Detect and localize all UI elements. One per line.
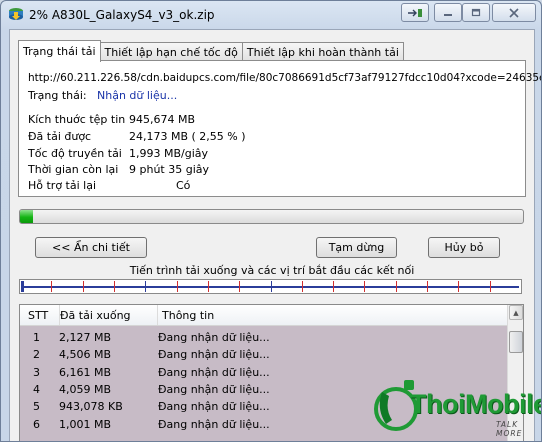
- connection-start-tick: [301, 281, 303, 292]
- cell-info: Đang nhận dữ liệu...: [158, 331, 270, 344]
- info-value: 1,993 MB/giây: [129, 147, 209, 160]
- progress-fill: [20, 210, 33, 223]
- info-label: Đã tải được: [28, 130, 92, 143]
- scroll-up-arrow-icon[interactable]: ▲: [509, 305, 523, 320]
- download-progress-bar: [19, 209, 524, 224]
- arrow-to-tray-icon: [408, 8, 422, 17]
- cell-stt: 3: [33, 365, 40, 379]
- tab-download-status[interactable]: Trạng thái tải: [18, 40, 101, 62]
- cell-info: Đang nhận dữ liệu...: [158, 400, 270, 414]
- connection-start-tick: [82, 281, 84, 292]
- cell-downloaded: 4,059 MB: [59, 382, 112, 396]
- maximize-button[interactable]: [462, 3, 490, 22]
- window-title: 2% A830L_GalaxyS4_v3_ok.zip: [29, 8, 215, 22]
- connection-start-tick: [176, 281, 178, 292]
- cell-info: Đang nhận dữ liệu...: [158, 365, 270, 379]
- cell-stt: 5: [33, 400, 40, 414]
- minimize-icon: [444, 13, 452, 16]
- column-header-downloaded[interactable]: Đã tải xuống: [60, 309, 131, 322]
- tab-speed-limit[interactable]: Thiết lập hạn chế tốc độ: [99, 42, 243, 62]
- watermark-brand: ThoiMobile: [410, 389, 542, 419]
- info-label: Tốc độ truyền tải: [28, 147, 122, 160]
- hide-details-button[interactable]: << Ẩn chi tiết: [35, 237, 147, 258]
- connection-start-tick: [145, 281, 147, 292]
- close-button[interactable]: [492, 3, 536, 22]
- column-divider: [157, 305, 158, 325]
- info-label: Hỗ trợ tải lại: [28, 179, 97, 192]
- tab-strip: Trạng thái tải Thiết lập hạn chế tốc độ …: [18, 40, 404, 62]
- cell-stt: 6: [33, 417, 40, 431]
- cell-downloaded: 6,161 MB: [59, 365, 112, 379]
- column-header-stt[interactable]: STT: [28, 309, 48, 322]
- connection-start-tick: [364, 281, 366, 292]
- segment-start-marker: [21, 281, 24, 292]
- watermark-tagline: TALK MORE: [496, 420, 523, 438]
- cell-stt: 2: [33, 348, 40, 362]
- cell-downloaded: 1,001 MB: [59, 417, 112, 431]
- download-url: http://60.211.226.58/cdn.baidupcs.com/fi…: [28, 72, 542, 84]
- close-icon: [509, 7, 519, 18]
- cell-downloaded: 943,078 KB: [59, 400, 123, 414]
- download-progress-window: 2% A830L_GalaxyS4_v3_ok.zip Trạng thái t…: [0, 0, 542, 442]
- info-label: Kích thuớc tệp tin: [28, 113, 126, 126]
- cancel-button[interactable]: Hủy bỏ: [428, 237, 500, 258]
- connection-segments-bar: [19, 279, 522, 294]
- connection-start-tick: [270, 281, 272, 292]
- cell-info: Đang nhận dữ liệu...: [158, 382, 270, 396]
- info-value: 945,674 MB: [129, 113, 196, 126]
- connection-start-tick: [458, 281, 460, 292]
- info-value: Có: [176, 179, 191, 192]
- info-value: 9 phút 35 giây: [129, 163, 210, 176]
- cell-downloaded: 2,127 MB: [59, 331, 112, 344]
- tab-on-complete[interactable]: Thiết lập khi hoàn thành tải: [241, 42, 404, 62]
- scroll-thumb[interactable]: [509, 331, 523, 353]
- connection-start-tick: [333, 281, 335, 292]
- connection-start-tick: [207, 281, 209, 292]
- table-row[interactable]: 2 4,506 MB Đang nhận dữ liệu...: [20, 346, 507, 363]
- maximize-icon: [471, 8, 481, 17]
- cell-info: Đang nhận dữ liệu...: [158, 348, 270, 362]
- connection-start-tick: [395, 281, 397, 292]
- segments-caption: Tiến trình tải xuống và các vị trí bắt đ…: [129, 264, 415, 277]
- connection-start-tick: [489, 281, 491, 292]
- download-app-icon: [9, 8, 23, 20]
- table-header: STT Đã tải xuống Thông tin: [20, 305, 507, 326]
- cell-stt: 4: [33, 382, 40, 396]
- table-row[interactable]: 1 2,127 MB Đang nhận dữ liệu...: [20, 329, 507, 346]
- download-status-panel: http://60.211.226.58/cdn.baidupcs.com/fi…: [18, 60, 541, 197]
- title-bar[interactable]: 2% A830L_GalaxyS4_v3_ok.zip: [1, 1, 541, 29]
- pause-button[interactable]: Tạm dừng: [316, 237, 397, 258]
- cell-stt: 1: [33, 331, 40, 344]
- status-value: Nhận dữ liệu...: [97, 89, 178, 102]
- minimize-button[interactable]: [434, 3, 462, 22]
- connection-start-tick: [113, 281, 115, 292]
- info-value: 24,173 MB ( 2,55 % ): [129, 130, 246, 143]
- send-to-tray-button[interactable]: [401, 3, 429, 22]
- cell-downloaded: 4,506 MB: [59, 348, 112, 362]
- connection-start-tick: [51, 281, 53, 292]
- info-label: Thời gian còn lại: [28, 163, 119, 176]
- status-label: Trạng thái:: [28, 89, 87, 102]
- connection-start-tick: [427, 281, 429, 292]
- thoimobile-watermark-logo: ThoiMobile TALK MORE: [374, 378, 542, 440]
- connection-start-tick: [239, 281, 241, 292]
- cell-info: Đang nhận dữ liệu...: [158, 417, 270, 431]
- column-header-info[interactable]: Thông tin: [162, 309, 214, 322]
